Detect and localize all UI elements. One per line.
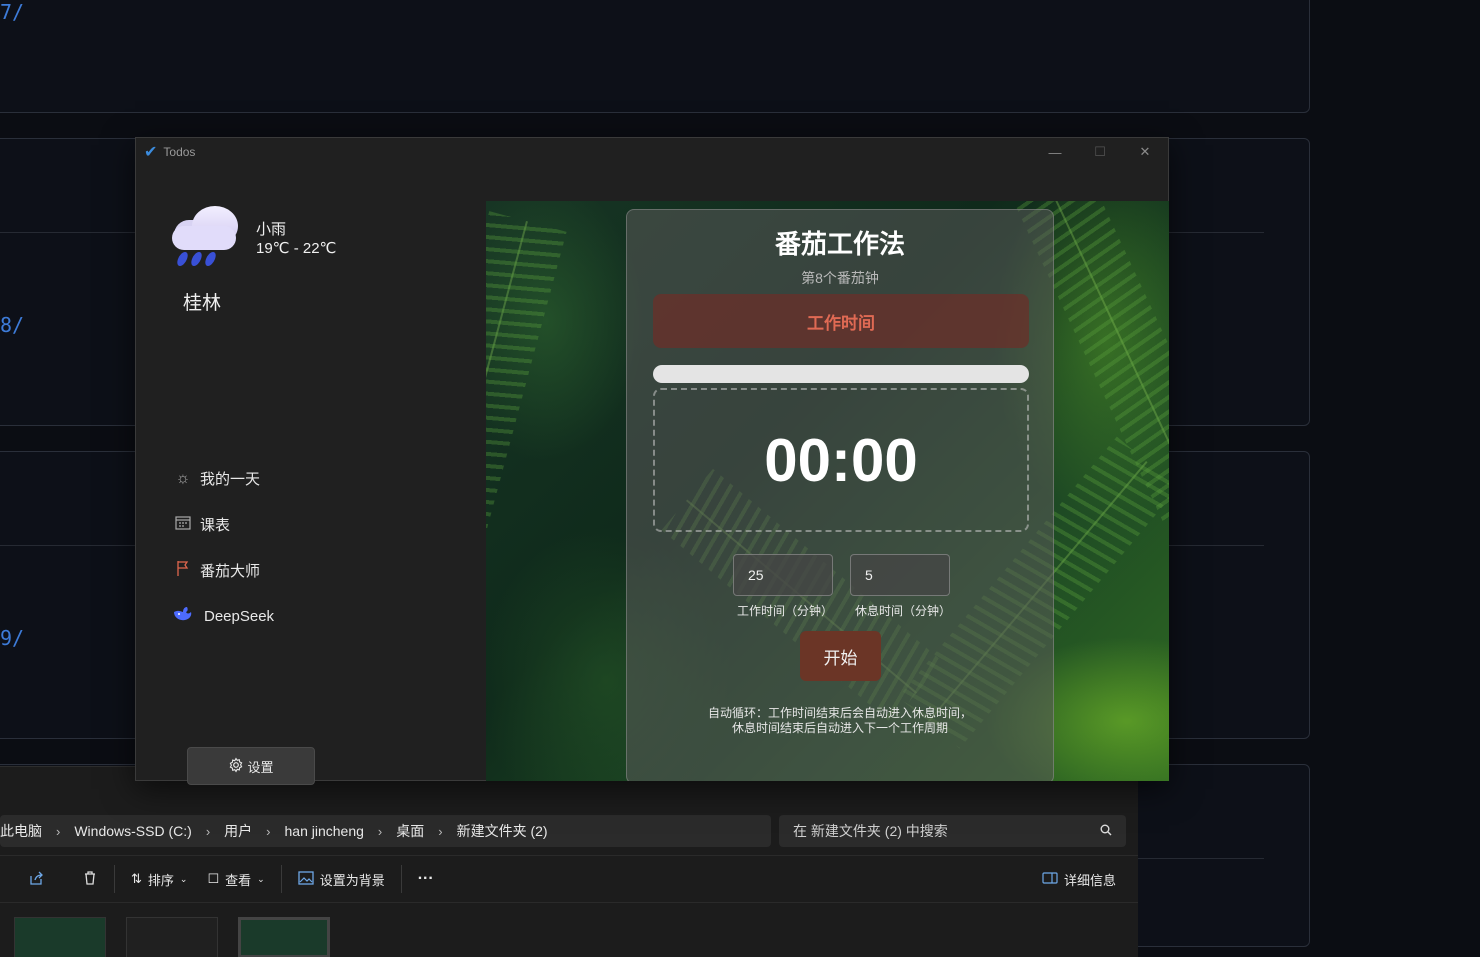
sort-icon: ⇅ [131,871,142,886]
break-minutes-label: 休息时间（分钟） [855,604,952,618]
sidebar-item-schedule[interactable]: 课表 [172,514,372,535]
break-minutes-input[interactable] [850,554,950,596]
explorer-toolbar: ⇅ 排序 ⌄ ☐ 查看 ⌄ 设置为背景 ··· 详细信息 [0,855,1138,903]
sun-icon: ☼ [175,469,191,487]
phase-indicator: 工作时间 [653,294,1029,348]
pomodoro-count: 第8个番茄钟 [801,270,879,286]
file-explorer-window: 此电脑 › Windows-SSD (C:) › 用户 › han jinche… [0,766,1138,957]
sidebar-item-label: 番茄大师 [200,563,261,580]
search-input[interactable]: 在 新建文件夹 (2) 中搜索 [779,815,1126,847]
weather-condition: 小雨 [256,221,287,238]
weather-temperature: 19℃ - 22℃ [256,240,337,257]
background-card [0,0,1310,113]
note-line: 休息时间结束后自动进入下一个工作周期 [731,721,948,735]
chevron-right-icon: › [438,823,443,839]
sidebar: 小雨 19℃ - 22℃ 桂林 ☼ 我的一天 课表 番茄大师 DeepSeek [136,166,486,785]
share-button[interactable] [0,870,54,889]
start-button[interactable]: 开始 [800,631,881,681]
city-name: 桂林 [183,293,222,314]
weather-widget: 小雨 19℃ - 22℃ [172,206,336,268]
more-icon: ··· [417,870,434,887]
maximize-button[interactable]: ☐ [1077,138,1123,166]
sort-label: 排序 [147,872,174,888]
work-minutes-label: 工作时间（分钟） [737,604,834,618]
chevron-down-icon: ⌄ [257,873,265,884]
set-background-label: 设置为背景 [319,872,385,888]
chevron-right-icon: › [266,823,271,839]
timer-display: 00:00 [653,388,1029,532]
flag-icon [172,560,194,581]
search-icon [1100,823,1112,839]
file-thumbnail[interactable] [126,917,218,957]
chevron-right-icon: › [377,823,383,839]
file-thumbnail[interactable] [14,917,106,957]
sidebar-item-label: 我的一天 [200,471,261,488]
address-bar[interactable]: 此电脑 › Windows-SSD (C:) › 用户 › han jinche… [0,815,771,847]
view-label: 查看 [225,872,252,888]
progress-bar [653,365,1029,383]
window-title: Todos [163,145,196,159]
weather-info: 小雨 19℃ - 22℃ [256,220,336,268]
breadcrumb-item[interactable]: han jincheng [285,823,364,839]
toolbar-divider [280,865,282,893]
toolbar-divider [400,865,402,893]
chevron-right-icon: › [205,823,211,839]
breadcrumb-item[interactable]: 桌面 [396,821,424,841]
chevron-right-icon: › [56,823,61,839]
chevron-down-icon: ⌄ [179,873,188,884]
sidebar-item-pomodoro[interactable]: 番茄大师 [172,560,372,581]
delete-button[interactable] [54,870,108,889]
note-line: 自动循环：工作时间结束后会自动进入休息时间， [707,706,972,720]
close-button[interactable]: ✕ [1122,138,1168,166]
fern-decoration [486,221,528,531]
share-icon [28,870,44,889]
file-thumbnail[interactable] [238,917,330,957]
view-button[interactable]: ☐ 查看 ⌄ [197,870,274,889]
details-label: 详细信息 [1063,872,1116,888]
sidebar-item-label: DeepSeek [204,608,275,625]
pomodoro-panel: 番茄工作法 第8个番茄钟 工作时间 00:00 工作时间（分钟） 休息时间（分钟… [626,209,1054,781]
background-number: 7/ [0,0,25,24]
todos-window: ✔ Todos — ☐ ✕ 小雨 19℃ - 22℃ 桂林 ☼ 我的一天 课表 … [135,137,1169,785]
background-number: 9/ [0,626,25,650]
details-pane-icon [1042,871,1058,887]
minimize-button[interactable]: — [1032,138,1078,166]
sidebar-item-label: 课表 [200,517,231,534]
breadcrumb-item[interactable]: Windows-SSD (C:) [74,823,191,839]
breadcrumb-item[interactable]: 此电脑 [0,821,42,841]
pomodoro-title: 番茄工作法 [774,229,905,259]
check-icon: ✔ [144,144,158,161]
breadcrumb-item[interactable]: 用户 [224,821,252,841]
auto-cycle-note: 自动循环：工作时间结束后会自动进入休息时间， 休息时间结束后自动进入下一个工作周… [627,706,1053,736]
more-button[interactable]: ··· [408,870,444,888]
breadcrumb-item[interactable]: 新建文件夹 (2) [457,821,548,841]
sidebar-item-my-day[interactable]: ☼ 我的一天 [172,468,372,489]
sidebar-item-deepseek[interactable]: DeepSeek [172,606,372,627]
settings-button[interactable]: 设置 [187,747,315,785]
background-number: 8/ [0,313,25,337]
settings-label: 设置 [247,759,274,775]
set-background-button[interactable]: 设置为背景 [288,870,395,889]
work-minutes-input[interactable] [733,554,833,596]
pomodoro-view: 番茄工作法 第8个番茄钟 工作时间 00:00 工作时间（分钟） 休息时间（分钟… [486,201,1169,781]
gear-icon [228,756,244,776]
view-icon: ☐ [207,871,220,886]
sort-button[interactable]: ⇅ 排序 ⌄ [121,870,197,889]
search-placeholder: 在 新建文件夹 (2) 中搜索 [793,823,948,839]
rain-cloud-icon [172,206,244,268]
details-button[interactable]: 详细信息 [1032,870,1138,889]
title-bar[interactable]: ✔ Todos — ☐ ✕ [136,138,1168,166]
toolbar-divider [114,865,115,893]
calendar-icon [172,515,194,535]
trash-icon [82,870,98,889]
whale-icon [172,606,194,627]
image-icon [298,870,314,888]
